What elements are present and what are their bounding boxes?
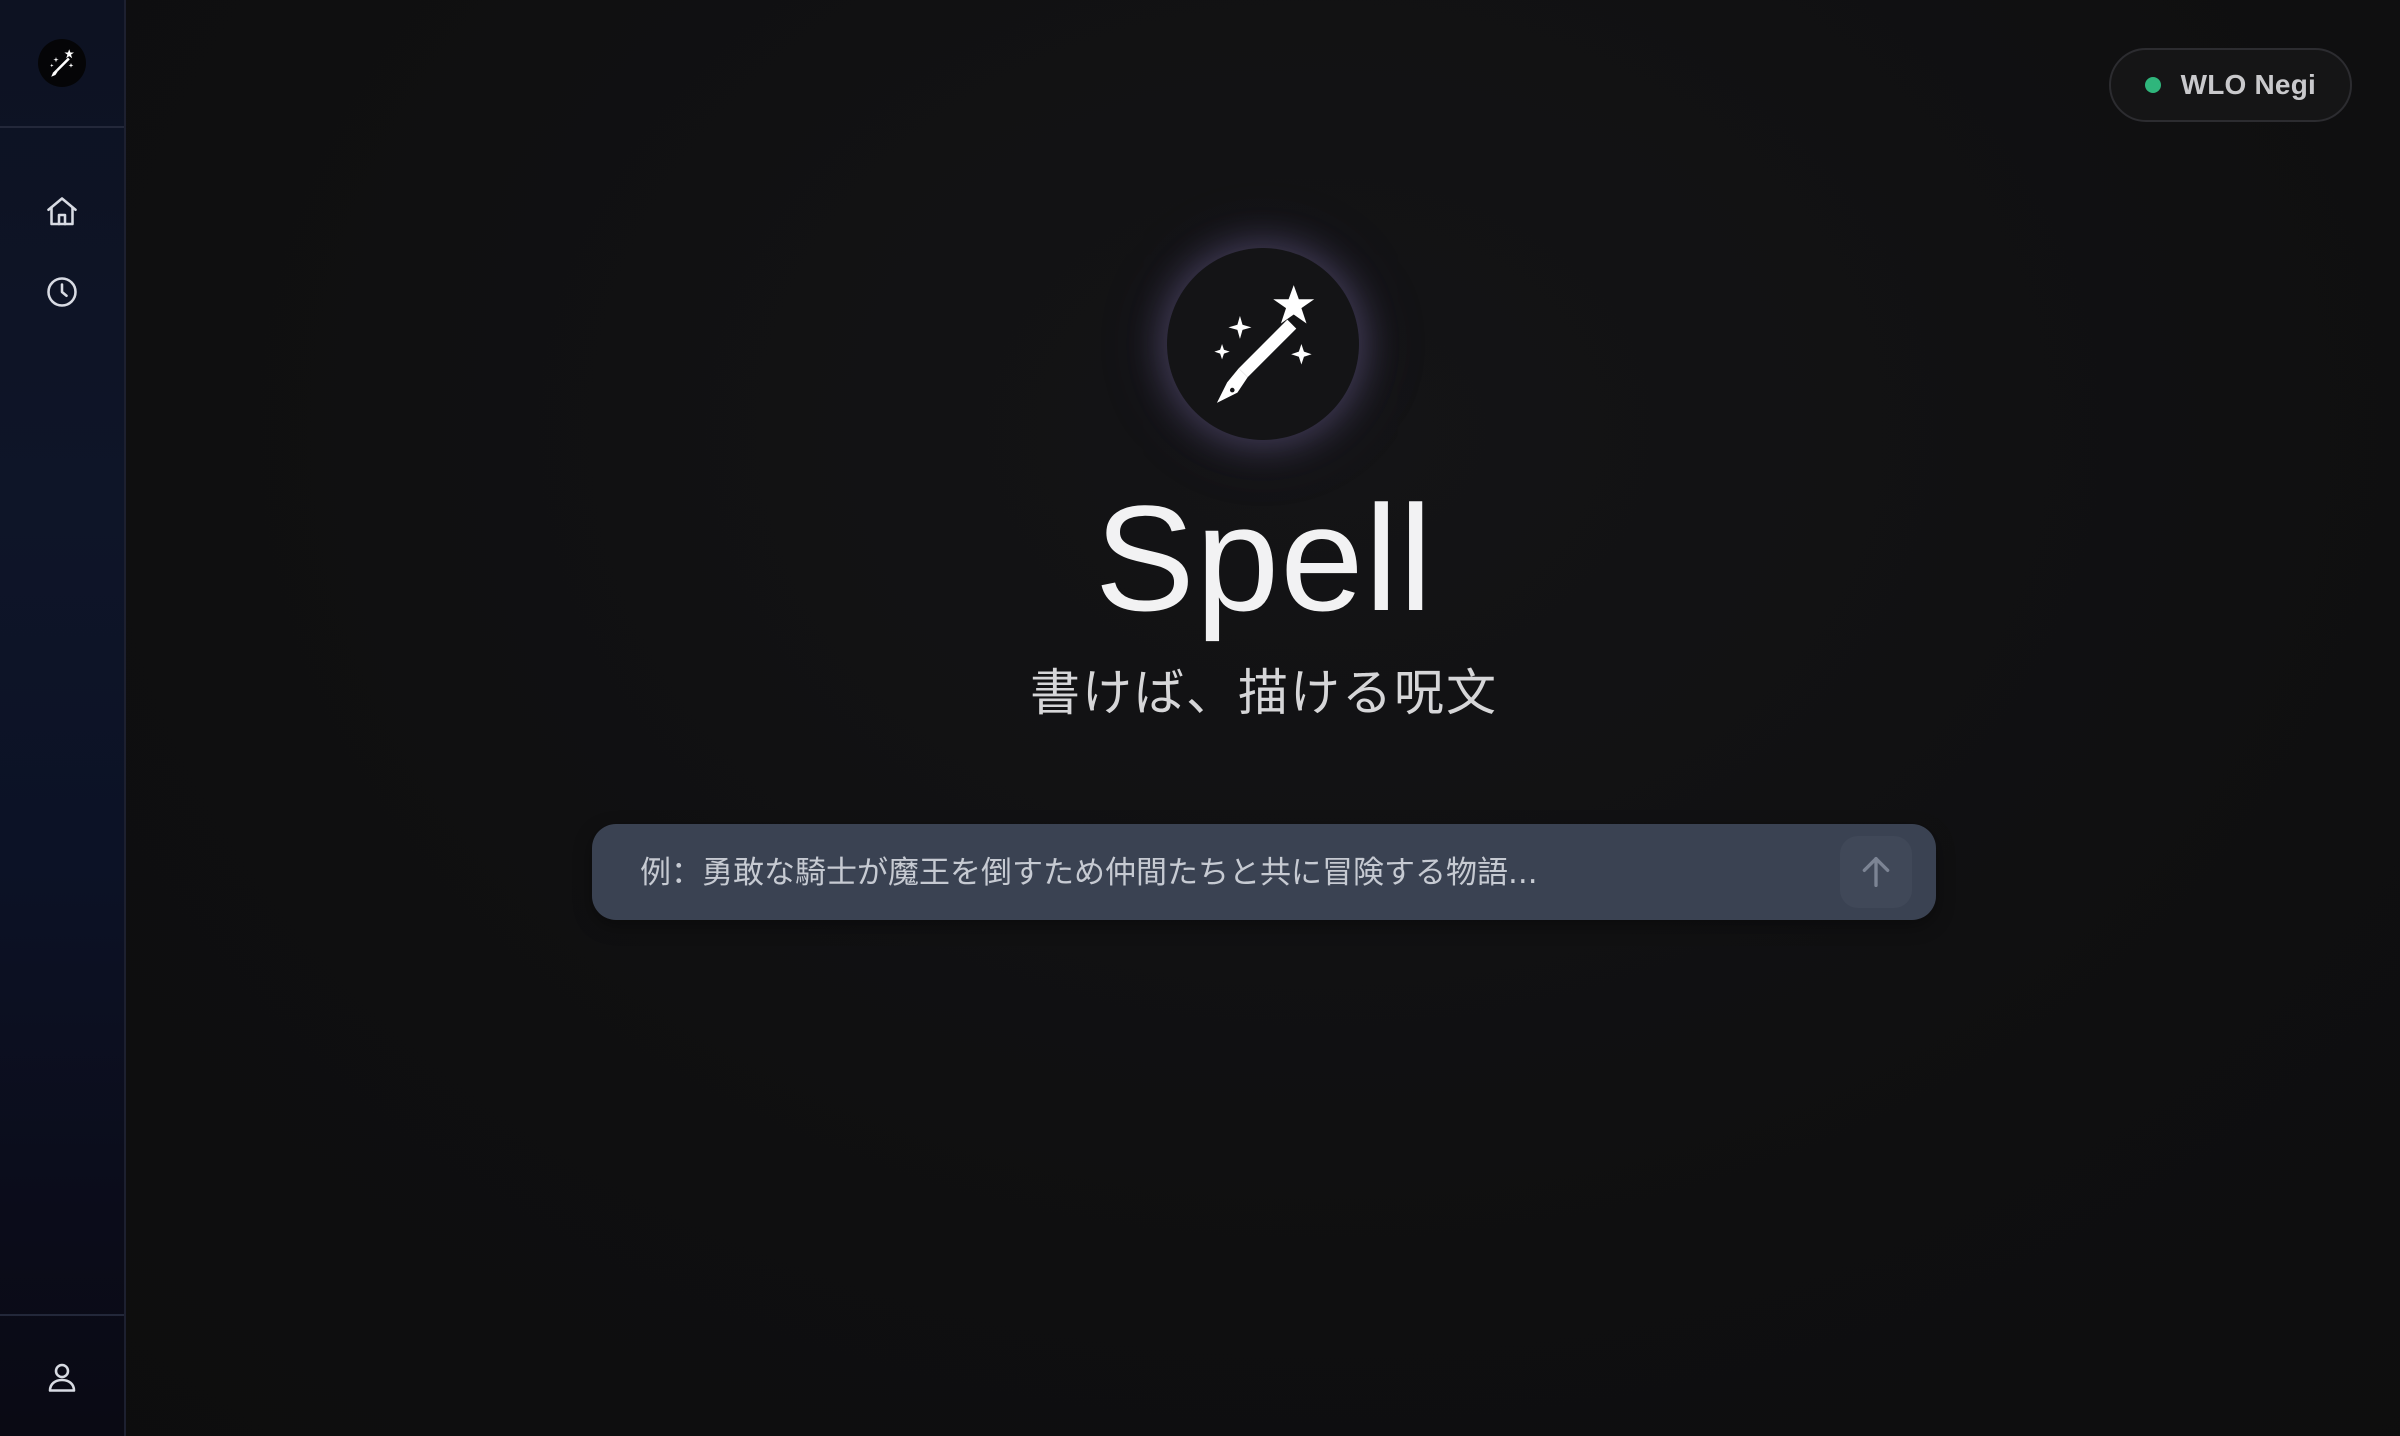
status-dot [2144,77,2161,93]
sidebar-item-home[interactable] [38,188,86,236]
status-label: WLO Negi [2180,69,2316,100]
clock-icon [47,277,77,307]
home-icon [47,197,77,226]
arrow-up-icon [1862,857,1890,887]
app-root: WLO Negi Spell 書けば、描ける呪文 [0,0,2400,1436]
magic-pen-icon [1214,285,1315,403]
user-icon [48,1363,76,1392]
magic-pen-icon [50,49,74,77]
prompt-input[interactable] [638,824,1802,922]
app-logo[interactable] [38,39,86,87]
account-button[interactable] [38,1353,86,1401]
sidebar-item-history[interactable] [38,268,86,316]
send-button[interactable] [1840,836,1912,908]
sidebar-header [0,0,124,128]
sidebar-footer [0,1314,124,1436]
app-tagline: 書けば、描ける呪文 [1030,664,1498,722]
prompt-container [592,824,1936,922]
hero-logo [1167,248,1359,440]
connection-status-badge[interactable]: WLO Negi [2108,48,2352,122]
app-title: Spell [1094,474,1434,642]
